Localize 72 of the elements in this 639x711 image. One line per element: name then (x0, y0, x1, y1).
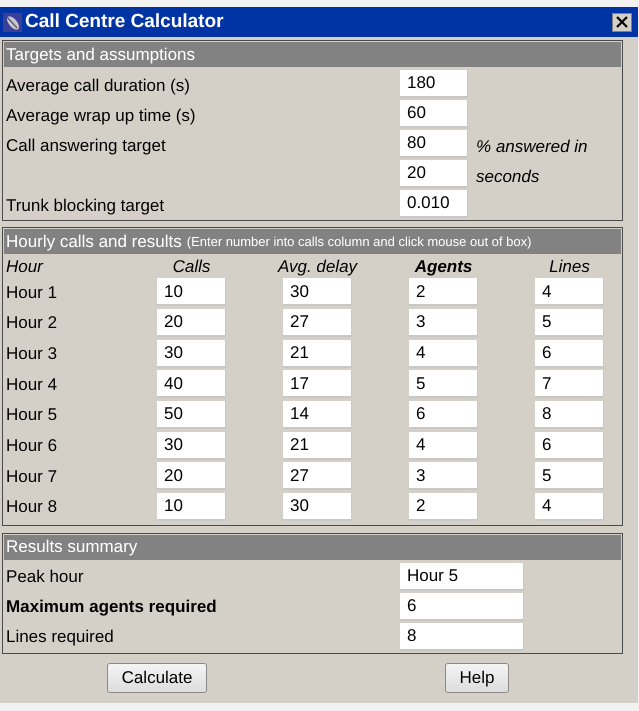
input-field[interactable]: 21 (283, 432, 352, 460)
input-field[interactable]: 4 (409, 340, 478, 368)
field-label: Call answering target (6, 136, 166, 155)
close-icon (616, 16, 628, 28)
result-label: Lines required (6, 626, 114, 646)
input-field[interactable]: 8 (535, 401, 604, 430)
input-field[interactable]: 6 (400, 592, 524, 620)
input-field[interactable]: 2 (409, 493, 478, 522)
field-label: Average call duration (s) (6, 76, 190, 95)
input-field[interactable]: 180 (400, 70, 468, 98)
close-button[interactable] (612, 12, 632, 32)
column-header: Lines (549, 256, 590, 278)
action-button[interactable]: Calculate (107, 662, 207, 692)
hour-label: Hour 6 (6, 435, 58, 458)
input-field[interactable]: 50 (157, 401, 226, 430)
input-field[interactable]: 30 (283, 493, 352, 522)
hour-label: Hour 2 (6, 312, 58, 334)
result-label: Maximum agents required (6, 596, 217, 616)
field-note: % answered in (476, 136, 588, 158)
input-field[interactable]: 6 (535, 340, 604, 368)
result-label: Peak hour (6, 566, 84, 586)
input-field[interactable]: 30 (283, 278, 352, 306)
input-field[interactable]: 10 (157, 493, 226, 522)
hour-label: Hour 7 (6, 466, 58, 488)
input-field[interactable]: 30 (157, 340, 226, 368)
input-field[interactable]: Hour 5 (400, 562, 524, 590)
hour-label: Hour 8 (6, 496, 58, 518)
section-title: Hourly calls and results (6, 230, 182, 253)
input-field[interactable]: 40 (157, 370, 226, 398)
input-field[interactable]: 0.010 (400, 190, 468, 218)
input-field[interactable]: 6 (535, 432, 604, 460)
hour-label: Hour 1 (6, 282, 58, 304)
input-field[interactable]: 80 (400, 130, 468, 158)
input-field[interactable]: 5 (409, 370, 478, 398)
field-label: Trunk blocking target (6, 196, 164, 215)
input-field[interactable]: 27 (283, 462, 352, 490)
input-field[interactable]: 3 (409, 462, 478, 490)
input-field[interactable]: 2 (409, 278, 478, 306)
dish-icon (3, 12, 22, 32)
hour-label: Hour 3 (6, 342, 58, 365)
input-field[interactable]: 20 (157, 462, 226, 490)
input-field[interactable]: 17 (283, 370, 352, 398)
input-field[interactable]: 4 (535, 278, 604, 306)
input-field[interactable]: 30 (157, 432, 226, 460)
input-field[interactable]: 60 (400, 100, 468, 128)
column-header: Hour (6, 256, 43, 278)
hour-label: Hour 4 (6, 374, 58, 396)
input-field[interactable]: 6 (409, 401, 478, 430)
input-field[interactable]: 4 (409, 432, 478, 460)
section-title: Targets and assumptions (6, 44, 195, 66)
input-field[interactable]: 7 (535, 370, 604, 398)
section-hint: (Enter number into calls column and click mouse out of box) (186, 232, 532, 251)
input-field[interactable]: 20 (157, 309, 226, 338)
input-field[interactable]: 20 (400, 160, 468, 188)
column-header: Avg. delay (278, 256, 358, 278)
window-title: Call Centre Calculator (25, 10, 224, 34)
input-field[interactable]: 21 (283, 340, 352, 368)
input-field[interactable]: 14 (283, 401, 352, 430)
hour-label: Hour 5 (6, 404, 58, 426)
field-label: Average wrap up time (s) (6, 106, 196, 125)
input-field[interactable]: 5 (535, 462, 604, 490)
input-field[interactable]: 27 (283, 309, 352, 338)
column-header: Calls (172, 256, 210, 278)
field-note: seconds (476, 166, 540, 188)
input-field[interactable]: 3 (409, 309, 478, 338)
input-field[interactable]: 8 (400, 622, 524, 650)
action-button[interactable]: Help (445, 662, 509, 692)
column-header: Agents (414, 256, 472, 278)
input-field[interactable]: 10 (157, 278, 226, 306)
input-field[interactable]: 4 (535, 493, 604, 522)
section-title: Results summary (6, 536, 138, 558)
input-field[interactable]: 5 (535, 309, 604, 338)
